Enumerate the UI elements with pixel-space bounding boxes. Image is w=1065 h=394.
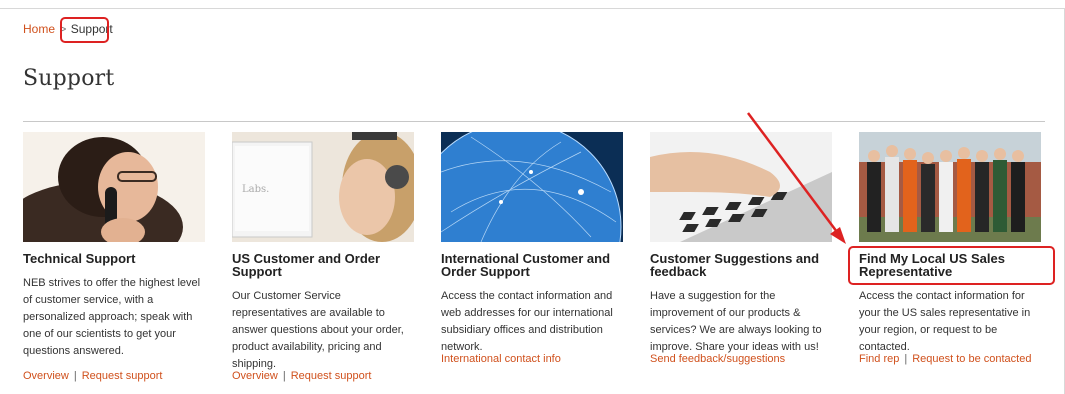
annotation-arrow: [746, 112, 846, 244]
